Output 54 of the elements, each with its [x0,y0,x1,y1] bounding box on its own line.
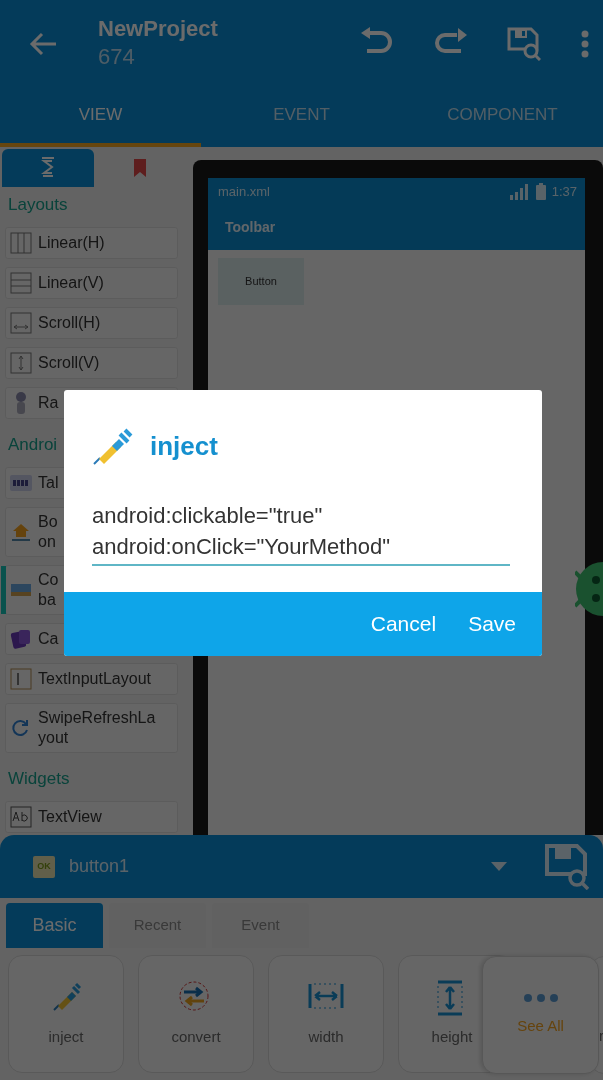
palette-item[interactable]: Linear(V) [5,267,178,299]
project-title: NewProject [98,16,218,42]
widget-name: button1 [69,855,130,878]
clock-text: 1:37 [551,182,577,201]
vertical-scroll-icon [10,352,32,374]
text-input-icon [10,668,32,690]
toolbar-title: Toolbar [208,205,585,250]
back-icon [28,31,58,57]
dialog-button[interactable]: Save [456,602,528,646]
more-button[interactable] [581,30,589,58]
floppy-magnifier-icon [507,27,541,61]
signal-icon [509,183,530,200]
horizontal-scroll-icon [10,312,32,334]
action-card[interactable]: convert [138,955,254,1073]
columns-icon [10,232,32,254]
more-icon [522,992,559,1003]
tab[interactable]: Basic [6,903,103,948]
action-card[interactable]: width [268,955,384,1073]
bookmark-icon [133,158,147,178]
palette-item[interactable]: TextView [5,801,178,833]
palette-item[interactable]: Scroll(V) [5,347,178,379]
dialog-button[interactable]: Cancel [358,602,449,646]
save-button[interactable] [507,27,541,61]
see-all-button[interactable]: See All [482,956,599,1074]
action-card[interactable]: inject [8,955,124,1073]
project-id: 674 [98,43,136,71]
preview-button[interactable]: Button [218,258,304,305]
caret-icon [491,862,507,871]
text-view-icon [10,806,32,828]
section-header: Widgets [7,767,70,790]
rows-icon [10,272,32,294]
save-button[interactable] [545,843,589,890]
widget-type-icon: OK [33,855,55,878]
tab[interactable]: EVENT [201,88,402,147]
section-header: Androi [7,433,58,456]
card-icon [10,628,32,650]
dropdown-button[interactable] [491,862,507,871]
section-header: Layouts [7,193,68,216]
home-icon [10,521,32,543]
floating-bubble-icon [575,562,603,616]
battery-icon [535,183,546,200]
palette-item[interactable]: SwipeRefreshLa yout [5,703,178,753]
palette-item[interactable]: Scroll(H) [5,307,178,339]
dialog-title: inject [150,429,218,463]
back-button[interactable] [28,31,58,57]
palette-item[interactable]: TextInputLayout [5,663,178,695]
floppy-magnifier-icon [545,843,589,890]
tab-layout-icon [10,472,32,494]
file-name: main.xml [218,182,270,201]
palette-item[interactable]: Linear(H) [5,227,178,259]
palette-tab[interactable] [2,149,94,187]
more-icon [581,30,589,58]
tab[interactable]: COMPONENT [402,88,603,147]
widget-icon [40,156,56,180]
